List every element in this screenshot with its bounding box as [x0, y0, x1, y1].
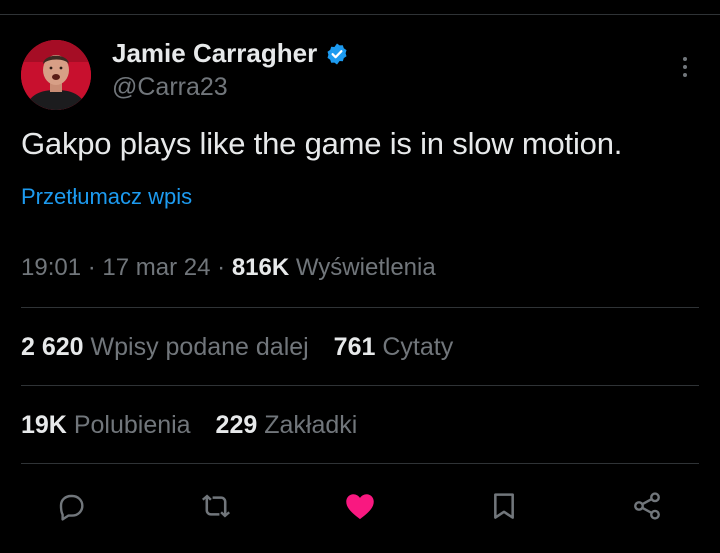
- likes-stat[interactable]: 19K Polubienia: [21, 411, 198, 439]
- tweet-date[interactable]: 17 mar 24: [102, 254, 210, 281]
- retweets-count: 2 620: [21, 333, 84, 361]
- divider: [21, 385, 699, 386]
- quotes-count: 761: [333, 333, 376, 361]
- stats-row-likes: 19K Polubienia 229 Zakładki: [21, 411, 375, 440]
- divider: [21, 307, 699, 308]
- tweet-time[interactable]: 19:01: [21, 254, 81, 281]
- quotes-stat[interactable]: 761 Cytaty: [334, 333, 454, 361]
- verified-badge-icon[interactable]: [325, 42, 349, 66]
- retweets-stat[interactable]: 2 620 Wpisy podane dalej: [21, 333, 316, 361]
- tweet-metadata: 19:01 · 17 mar 24 · 816K Wyświetlenia: [21, 254, 436, 282]
- retweet-button[interactable]: [196, 486, 236, 526]
- action-bar: [0, 486, 720, 526]
- author-display-name[interactable]: Jamie Carragher: [112, 38, 317, 69]
- reply-button[interactable]: [51, 486, 91, 526]
- bookmarks-stat[interactable]: 229 Zakładki: [216, 411, 358, 439]
- quotes-label: Cytaty: [382, 333, 454, 361]
- bookmarks-count: 229: [215, 411, 258, 439]
- views-label: Wyświetlenia: [295, 254, 436, 281]
- meta-dot: ·: [217, 254, 226, 281]
- bookmarks-label: Zakładki: [264, 411, 358, 439]
- like-button[interactable]: [340, 486, 380, 526]
- avatar-image: [21, 40, 91, 110]
- divider: [21, 463, 699, 464]
- translate-post-link[interactable]: Przetłumacz wpis: [21, 184, 192, 210]
- retweets-label: Wpisy podane dalej: [90, 333, 309, 361]
- author-handle[interactable]: @Carra23: [112, 73, 228, 102]
- likes-label: Polubienia: [73, 411, 191, 439]
- views-count: 816K: [231, 254, 290, 281]
- top-divider: [0, 14, 720, 15]
- tweet-text: Gakpo plays like the game is in slow mot…: [21, 126, 623, 161]
- likes-count: 19K: [21, 411, 67, 439]
- share-icon: [634, 492, 660, 520]
- avatar[interactable]: [21, 40, 91, 110]
- heart-icon: [346, 494, 374, 520]
- share-button[interactable]: [627, 486, 667, 526]
- more-options-icon[interactable]: [672, 52, 698, 82]
- bookmark-button[interactable]: [484, 486, 524, 526]
- reply-icon: [59, 494, 84, 521]
- author-display-name-row[interactable]: Jamie Carragher: [112, 38, 349, 69]
- stats-row-reposts: 2 620 Wpisy podane dalej 761 Cytaty: [21, 333, 471, 362]
- meta-dot: ·: [87, 254, 96, 281]
- retweet-icon: [201, 494, 231, 518]
- bookmark-icon: [494, 493, 514, 519]
